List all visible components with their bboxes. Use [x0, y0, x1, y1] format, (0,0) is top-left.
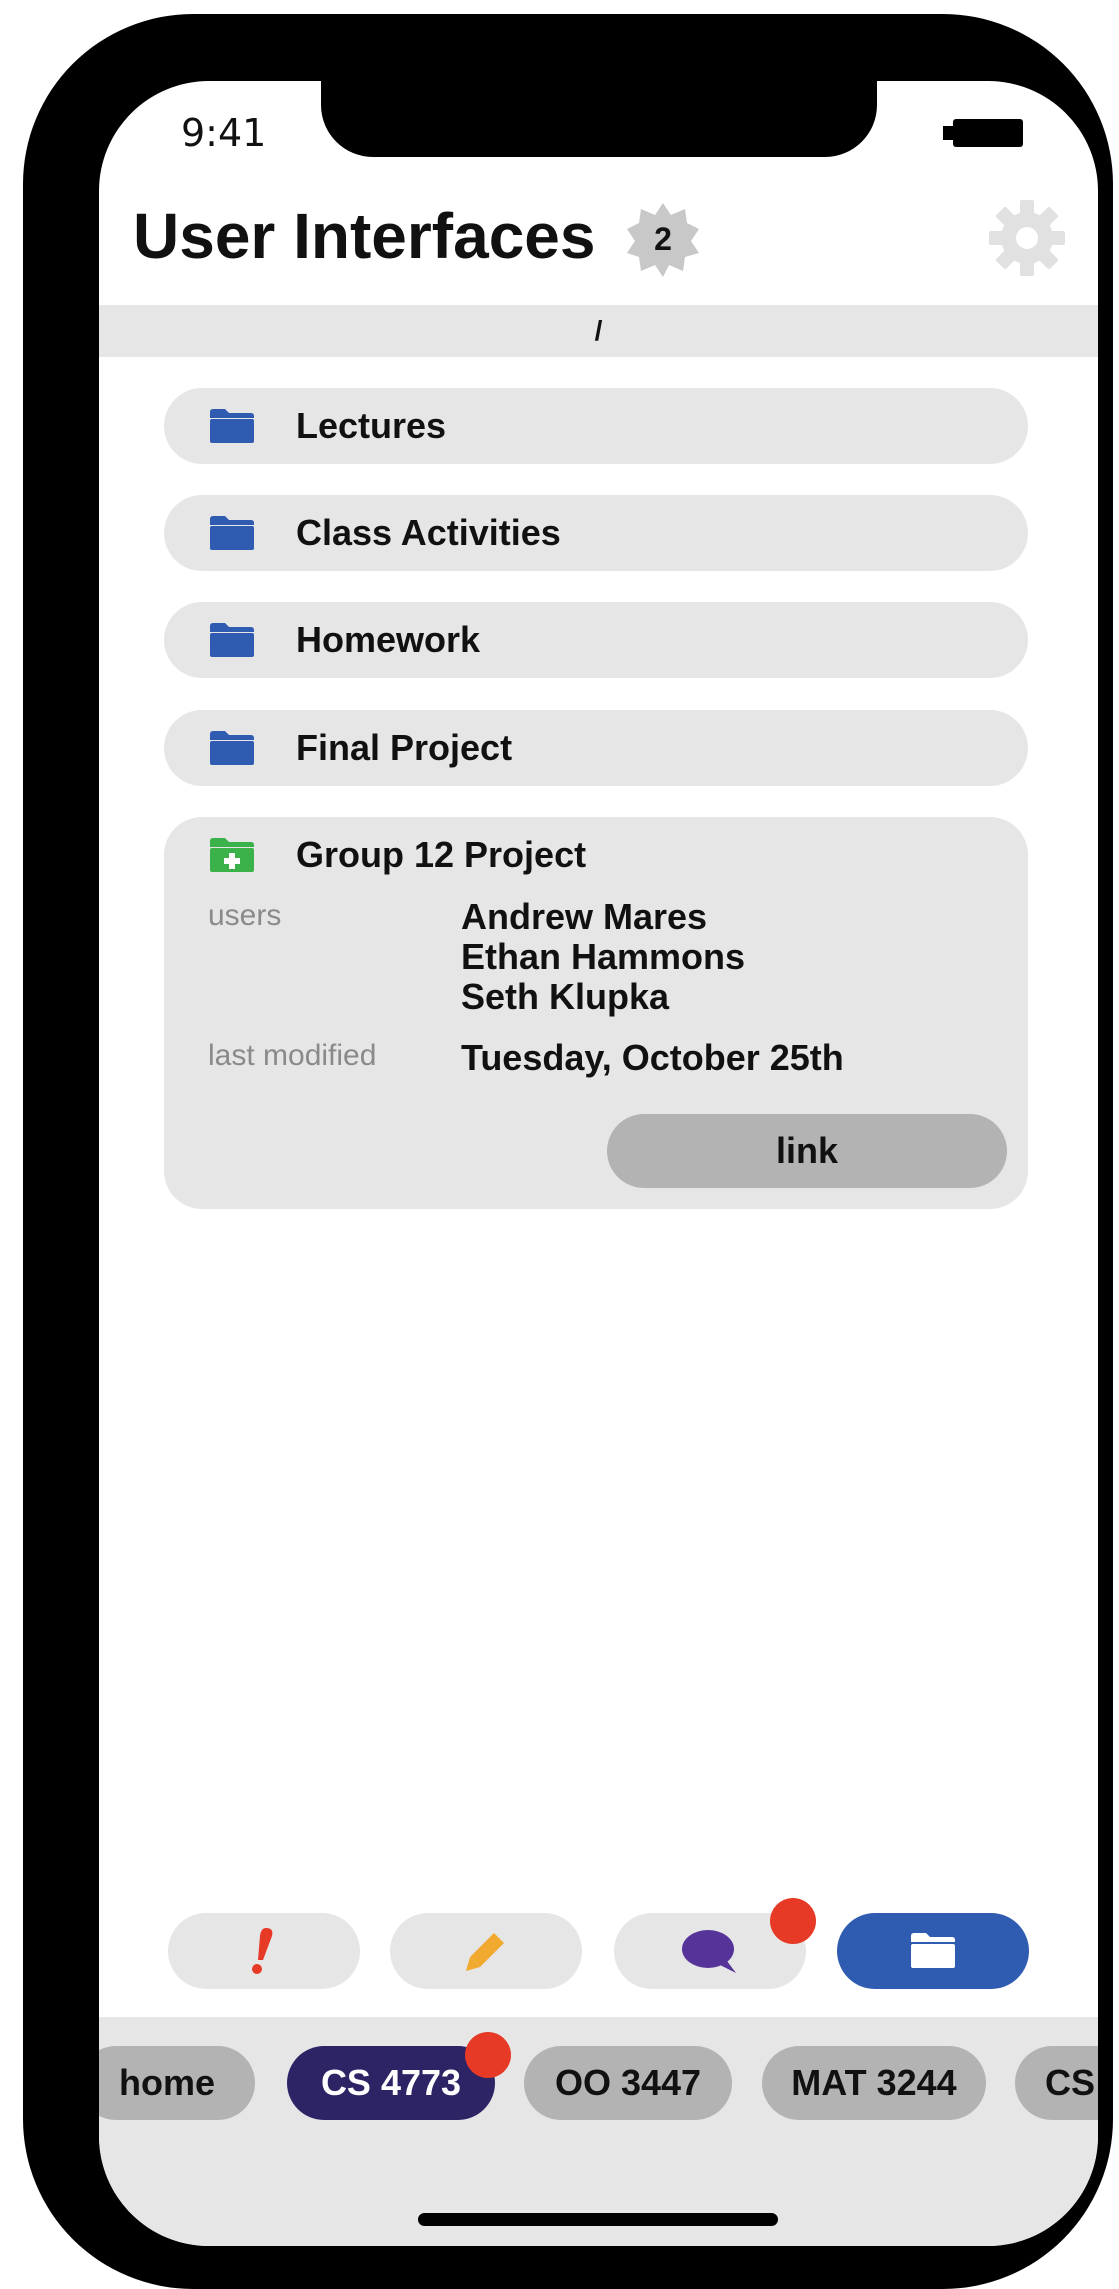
edit-button[interactable]: [390, 1913, 582, 1989]
alerts-button[interactable]: [168, 1913, 360, 1989]
course-tab-oo-3447[interactable]: OO 3447: [524, 2046, 732, 2120]
pencil-icon: [466, 1933, 504, 1971]
folder-icon: [210, 623, 254, 657]
folder-label: Final Project: [296, 727, 513, 768]
badge-count: 2: [654, 221, 672, 257]
course-tab-cs[interactable]: CS: [1015, 2046, 1098, 2120]
home-indicator[interactable]: [418, 2213, 778, 2226]
course-tab-bar[interactable]: home CS 4773 OO 3447 MAT 3244 CS: [99, 2017, 1098, 2246]
breadcrumb[interactable]: /: [99, 305, 1098, 357]
folder-row-class-activities[interactable]: Class Activities: [164, 495, 1028, 571]
notch: [321, 81, 877, 157]
settings-gear-icon[interactable]: [987, 198, 1067, 278]
shared-folder-plus-icon: [210, 838, 254, 872]
course-tab-cs-4773[interactable]: CS 4773: [287, 2046, 495, 2120]
folder-label: Class Activities: [296, 512, 561, 553]
folder-icon: [210, 409, 254, 443]
status-time: 9:41: [181, 111, 267, 155]
battery-icon: [943, 119, 1023, 147]
folder-icon: [210, 516, 254, 550]
last-modified-value: Tuesday, October 25th: [461, 1037, 844, 1078]
user-name: Andrew Mares: [461, 896, 708, 937]
user-name: Ethan Hammons: [461, 936, 746, 977]
folder-icon: [911, 1933, 955, 1968]
chat-notification-dot: [770, 1898, 816, 1944]
phone-frame: 9:41 User Interfaces 2 / Lectures Class …: [23, 14, 1113, 2289]
page-title: User Interfaces: [133, 200, 596, 272]
course-tab-mat-3244[interactable]: MAT 3244: [762, 2046, 986, 2120]
course-tab-home[interactable]: home: [99, 2046, 255, 2120]
chat-bubble-icon: [682, 1930, 736, 1973]
user-name: Seth Klupka: [461, 976, 670, 1017]
phone-screen: 9:41 User Interfaces 2 / Lectures Class …: [99, 81, 1098, 2246]
notification-badge[interactable]: 2: [625, 201, 701, 277]
link-button[interactable]: link: [607, 1114, 1007, 1188]
course-notification-dot: [465, 2032, 511, 2078]
exclamation-icon: [252, 1928, 273, 1974]
folder-label: Homework: [296, 619, 481, 660]
group-folder-card[interactable]: Group 12 Project users Andrew Mares Etha…: [164, 817, 1028, 1209]
folder-row-final-project[interactable]: Final Project: [164, 710, 1028, 786]
folder-row-lectures[interactable]: Lectures: [164, 388, 1028, 464]
folder-icon: [210, 731, 254, 765]
files-button[interactable]: [837, 1913, 1029, 1989]
last-modified-label: last modified: [208, 1039, 377, 1072]
folder-label: Lectures: [296, 405, 447, 446]
users-label: users: [208, 899, 282, 932]
folder-row-homework[interactable]: Homework: [164, 602, 1028, 678]
group-title: Group 12 Project: [296, 834, 587, 875]
